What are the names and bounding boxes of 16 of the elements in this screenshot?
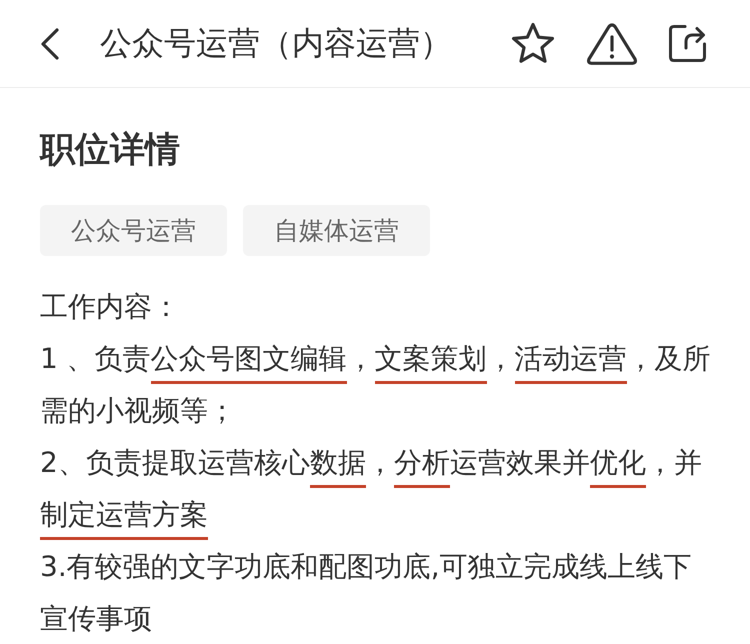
description-item: 1 、负责公众号图文编辑，文案策划，活动运营，及所需的小视频等； xyxy=(40,341,712,429)
description-heading: 工作内容： xyxy=(40,289,181,325)
job-tag[interactable]: 公众号运营 xyxy=(40,205,227,256)
job-tag[interactable]: 自媒体运营 xyxy=(243,205,430,256)
back-button[interactable] xyxy=(40,28,60,60)
share-button[interactable] xyxy=(668,24,707,63)
star-icon xyxy=(510,22,556,66)
warning-icon xyxy=(586,22,638,66)
share-icon xyxy=(668,24,707,63)
back-icon xyxy=(40,28,60,60)
favorite-button[interactable] xyxy=(510,22,556,66)
description-item: 3.有较强的文字功底和配图功底,可独立完成线上线下宣传事项 xyxy=(40,549,693,637)
page-title: 公众号运营（内容运营） xyxy=(100,22,453,64)
description-item: 2、负责提取运营核心数据，分析运营效果并优化，并 制定运营方案 xyxy=(40,437,715,541)
section-title: 职位详情 xyxy=(40,129,181,172)
report-button[interactable] xyxy=(586,22,638,66)
